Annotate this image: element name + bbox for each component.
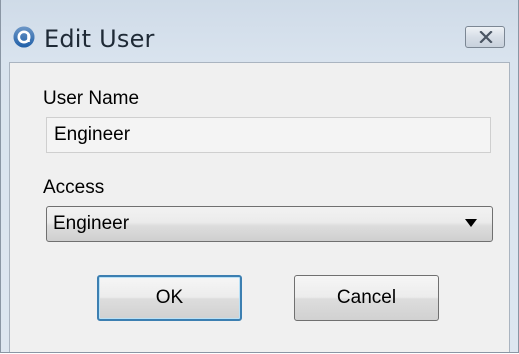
close-icon: [479, 31, 493, 43]
dialog-title: Edit User: [44, 25, 155, 53]
close-button[interactable]: [465, 26, 505, 48]
title-bar[interactable]: Edit User: [1, 12, 518, 62]
edit-user-dialog: Edit User User Name Engineer Access Engi…: [0, 0, 519, 353]
access-dropdown[interactable]: Engineer: [46, 206, 493, 242]
access-selected-value: Engineer: [53, 213, 130, 234]
chevron-down-icon: [465, 219, 477, 227]
cancel-button[interactable]: Cancel: [294, 275, 439, 321]
ok-button[interactable]: OK: [97, 275, 242, 321]
user-name-field[interactable]: Engineer: [46, 117, 491, 153]
user-name-label: User Name: [43, 88, 140, 109]
access-label: Access: [43, 177, 105, 198]
dialog-body: User Name Engineer Access Engineer OK Ca…: [9, 62, 510, 352]
app-logo-icon: [13, 26, 35, 48]
